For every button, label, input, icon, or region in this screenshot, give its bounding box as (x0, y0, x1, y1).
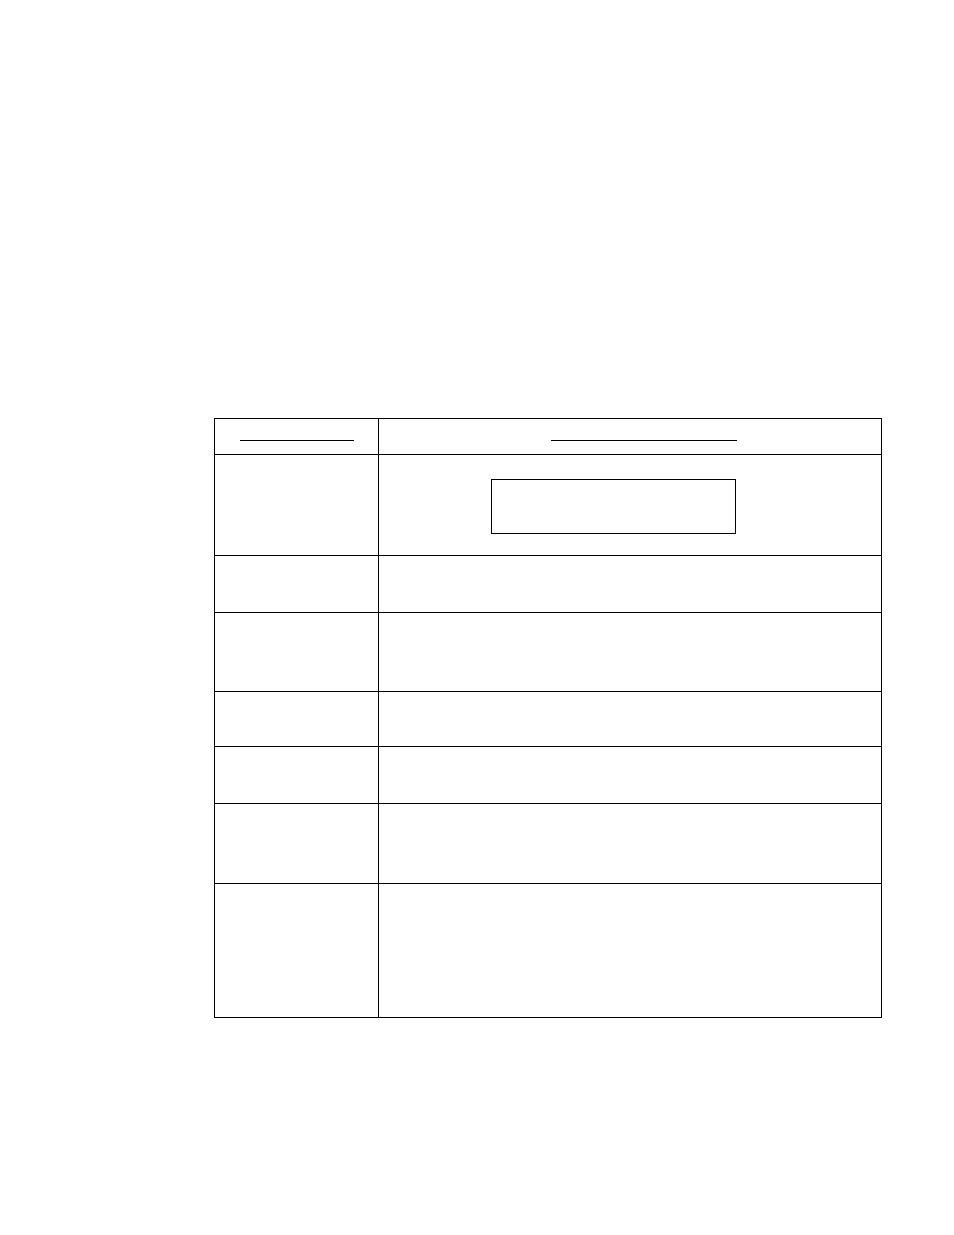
table-row-divider (214, 454, 882, 455)
table-column-divider (378, 418, 379, 1018)
table-row-divider (214, 612, 882, 613)
table-row-divider (214, 803, 882, 804)
table-inner-box (491, 479, 736, 534)
table-row-divider (214, 555, 882, 556)
header-underline-left (240, 440, 354, 441)
table-row-divider (214, 883, 882, 884)
table-row-divider (214, 691, 882, 692)
header-underline-right (551, 440, 737, 441)
table-row-divider (214, 746, 882, 747)
